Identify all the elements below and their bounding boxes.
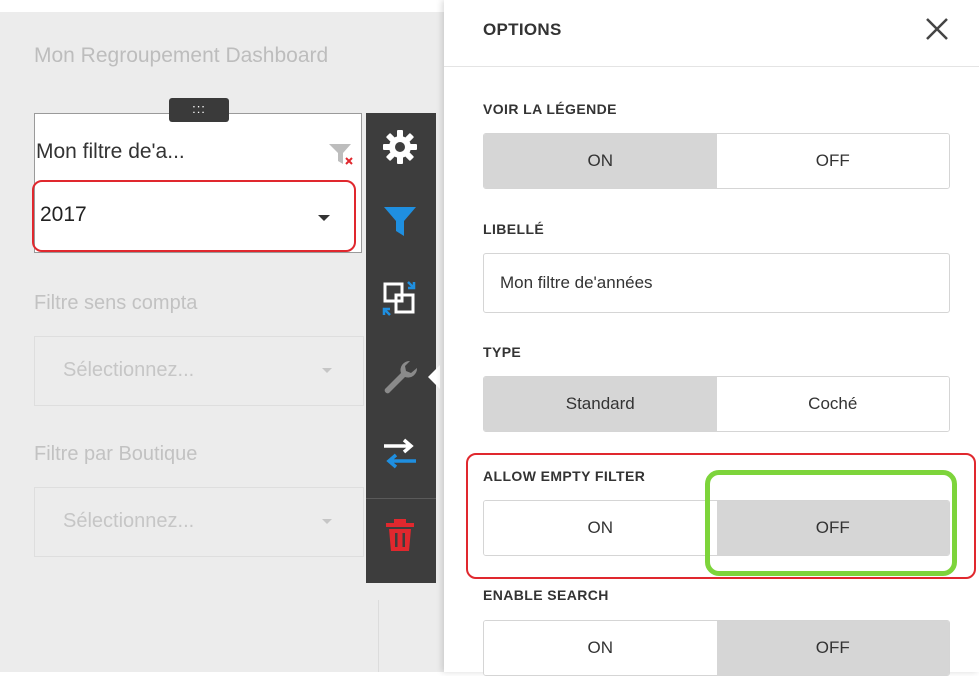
off-button-highlight [705, 470, 957, 576]
swap-icon[interactable] [380, 433, 420, 473]
enable-search-off-button[interactable]: OFF [716, 621, 949, 675]
year-select-value[interactable]: 2017 [40, 203, 87, 227]
filter-sens-compta-placeholder: Sélectionnez... [63, 359, 195, 381]
enable-search-toggle: ON OFF [483, 620, 950, 676]
enable-search-label: ENABLE SEARCH [483, 587, 609, 603]
trash-icon[interactable] [380, 515, 420, 555]
type-checked-button[interactable]: Coché [716, 377, 949, 431]
wrench-icon[interactable] [380, 357, 420, 397]
top-strip [0, 0, 444, 12]
filter-sens-compta-label: Filtre sens compta [34, 292, 198, 314]
enable-search-on-button[interactable]: ON [484, 621, 717, 675]
gear-icon[interactable] [380, 127, 420, 167]
type-standard-button[interactable]: Standard [484, 377, 717, 431]
show-legend-off-button[interactable]: OFF [716, 134, 949, 188]
column-divider [378, 600, 379, 672]
show-legend-toggle: ON OFF [483, 133, 950, 189]
caption-input[interactable]: Mon filtre de'années [483, 253, 950, 313]
chevron-down-icon [322, 519, 332, 524]
convert-icon[interactable] [380, 279, 420, 319]
item-toolbar [366, 113, 436, 583]
chevron-down-icon [322, 368, 332, 373]
toolbar-divider [366, 498, 436, 499]
dashboard-title: Mon Regroupement Dashboard [34, 44, 329, 67]
drag-handle[interactable]: ::: [169, 98, 229, 122]
show-legend-on-button[interactable]: ON [484, 134, 717, 188]
toolbar-pointer [428, 365, 440, 389]
type-toggle: Standard Coché [483, 376, 950, 432]
filter-boutique-select[interactable]: Sélectionnez... [34, 487, 364, 557]
filter-icon[interactable] [380, 201, 420, 241]
filter-boutique-label: Filtre par Boutique [34, 443, 198, 465]
filter-sens-compta-select[interactable]: Sélectionnez... [34, 336, 364, 406]
year-filter-title: Mon filtre de'a... [36, 140, 185, 163]
close-icon[interactable] [922, 14, 952, 44]
filter-boutique-placeholder: Sélectionnez... [63, 510, 195, 532]
options-title: OPTIONS [483, 20, 562, 39]
type-label: TYPE [483, 344, 522, 360]
chevron-down-icon[interactable] [318, 215, 330, 221]
options-header: OPTIONS [444, 0, 979, 67]
clear-filter-icon[interactable] [327, 140, 355, 168]
show-legend-label: VOIR LA LÉGENDE [483, 101, 617, 117]
caption-label: LIBELLÉ [483, 221, 545, 237]
